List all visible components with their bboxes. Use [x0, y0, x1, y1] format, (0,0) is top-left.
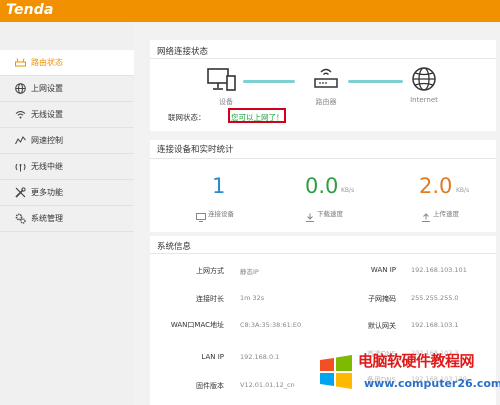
info-key: 默认网关 [368, 322, 396, 330]
repeater-icon [14, 161, 26, 173]
router-icon [14, 57, 26, 69]
globe-icon [14, 83, 26, 95]
info-key: WAN IP [370, 266, 396, 274]
connection-line-router-internet [348, 80, 403, 83]
tools-icon [14, 187, 26, 199]
wifi-icon [14, 109, 26, 121]
router-device-icon [313, 66, 339, 96]
info-value: V12.01.01.12_cn [240, 381, 295, 389]
stats-title: 连接设备和实时统计 [157, 145, 234, 155]
info-value: 192.168.0.1 [240, 353, 280, 361]
download-speed-unit: KB/s [341, 187, 355, 194]
sidebar-item-system-management[interactable]: 系统管理 [0, 206, 134, 232]
system-info-title: 系统信息 [157, 242, 192, 252]
upload-speed-unit: KB/s [456, 187, 470, 194]
sidebar-item-label: 网速控制 [31, 136, 63, 145]
brand-logo: Tenda [6, 2, 54, 18]
sidebar-item-label: 无线设置 [31, 110, 63, 119]
upload-speed-label: 上传速度 [433, 210, 459, 218]
watermark-url: www.computer26.com [364, 377, 500, 390]
windows-logo-icon [320, 355, 352, 389]
sidebar-item-label: 路由状态 [31, 58, 63, 67]
sidebar: 路由状态 上网设置 无线设置 网速控制 无线中继 更多功能 系统管理 [0, 22, 134, 405]
info-key: WAN口MAC地址 [170, 321, 224, 329]
top-bar: Tenda [0, 0, 500, 22]
info-value: 静态IP [240, 268, 259, 276]
info-value: C8:3A:35:38:61:E0 [240, 321, 302, 329]
internet-label: Internet [410, 96, 438, 104]
connected-devices-label: 连接设备 [208, 210, 234, 218]
info-value: 192.168.103.101 [411, 266, 467, 274]
devices-icon [196, 207, 206, 222]
info-value: 1m 32s [240, 294, 265, 302]
download-speed-label: 下载速度 [317, 210, 343, 218]
info-key: 子网掩码 [368, 295, 396, 303]
divider [150, 158, 496, 159]
divider [150, 58, 496, 59]
network-status-label: 联网状态： [168, 113, 206, 122]
watermark-title: 电脑软硬件教程网 [358, 352, 475, 370]
speed-icon [14, 135, 26, 147]
internet-globe-icon [411, 66, 437, 96]
sidebar-item-label: 无线中继 [31, 162, 63, 171]
sidebar-item-wireless-repeater[interactable]: 无线中继 [0, 154, 134, 180]
info-key: 固件版本 [196, 382, 224, 390]
sidebar-item-wireless-settings[interactable]: 无线设置 [0, 102, 134, 128]
info-key: 上网方式 [196, 267, 224, 275]
sidebar-item-router-status[interactable]: 路由状态 [0, 50, 134, 76]
connection-line-device-router [243, 80, 295, 83]
info-value: 255.255.255.0 [411, 294, 459, 302]
sidebar-item-label: 上网设置 [31, 84, 63, 93]
info-value: 192.168.103.1 [411, 321, 459, 329]
device-icon [207, 68, 237, 96]
sidebar-item-internet-settings[interactable]: 上网设置 [0, 76, 134, 102]
connection-title: 网络连接状态 [157, 47, 209, 57]
network-status-value: 您可以上网了！ [231, 113, 284, 122]
device-label: 设备 [219, 98, 233, 106]
gear-icon [14, 213, 26, 225]
upload-icon [421, 207, 431, 222]
sidebar-item-speed-control[interactable]: 网速控制 [0, 128, 134, 154]
info-key: LAN IP [201, 353, 224, 361]
sidebar-item-label: 更多功能 [31, 188, 63, 197]
connected-devices-count: 1 [212, 174, 226, 198]
upload-speed-value: 2.0 [419, 174, 453, 198]
divider [150, 253, 496, 254]
router-label: 路由器 [315, 98, 337, 106]
download-icon [305, 207, 315, 222]
sidebar-item-label: 系统管理 [31, 214, 63, 223]
download-speed-value: 0.0 [305, 174, 339, 198]
watermark: 电脑软硬件教程网 www.computer26.com [318, 348, 500, 405]
info-key: 连接时长 [196, 295, 224, 303]
sidebar-item-more-functions[interactable]: 更多功能 [0, 180, 134, 206]
